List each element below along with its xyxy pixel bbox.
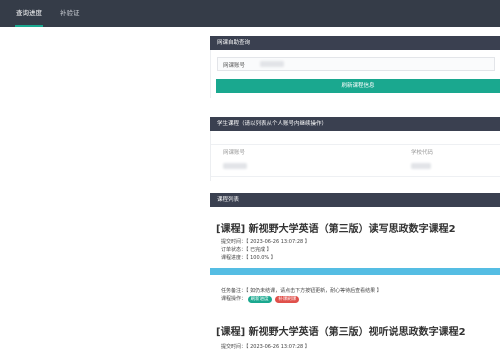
progress-bar [210,268,500,275]
account-field-label: 网课账号 [223,63,246,69]
update-progress-button[interactable]: 刷新进度 [247,296,272,303]
account-value-redacted [260,61,284,67]
refresh-course-button[interactable]: 刷新课程信息 [216,79,500,93]
divider [211,176,500,177]
query-panel-header: 网课自助查询 [210,36,500,50]
course-ops-row: 课程操作： 刷新进度 补课刷课 [221,295,382,305]
student-school-redacted [411,163,431,169]
tab-verify[interactable]: 补验证 [60,0,80,27]
extra-course-button[interactable]: 补课刷课 [275,296,300,303]
course-ops-label: 课程操作： [221,296,247,302]
order-status: 订单状态：【 已完成 】 [221,247,272,253]
student-panel: 网课账号 学校代码 [210,131,500,181]
course-title: [课程] 新视野大学英语（第三版）读写思政数字课程2 [216,224,456,235]
submit-time: 提交时间：【 2023-06-26 13:07:28 】 [221,344,310,350]
account-field[interactable]: 网课账号 [217,57,495,71]
course-card: [课程] 新视野大学英语（第三版）读写思政数字课程2 提交时间：【 2023-0… [210,213,500,318]
top-nav: 查询进度 补验证 [0,0,500,27]
tab-query-progress[interactable]: 查询进度 [15,0,43,27]
student-account-redacted [223,163,247,169]
col-account-header: 网课账号 [223,150,246,156]
col-school-header: 学校代码 [411,150,434,156]
submit-time: 提交时间：【 2023-06-26 13:07:28 】 [221,239,310,245]
course-panel-header: 课程列表 [210,193,500,207]
divider [211,144,500,145]
course-progress-text: 课程进度：【 100.0% 】 [221,255,276,261]
course-title: [课程] 新视野大学英语（第三版）视听说思政数字课程2 [216,327,466,338]
task-remark: 任务备注：【 如仍未结课，请点击下方按钮更新，耐心等待后查看结果 】 [221,288,382,294]
student-panel-header: 学生课程（请以列表从个人账号内继续操作） [210,117,500,131]
course-card: [课程] 新视野大学英语（第三版）视听说思政数字课程2 提交时间：【 2023-… [210,318,500,360]
